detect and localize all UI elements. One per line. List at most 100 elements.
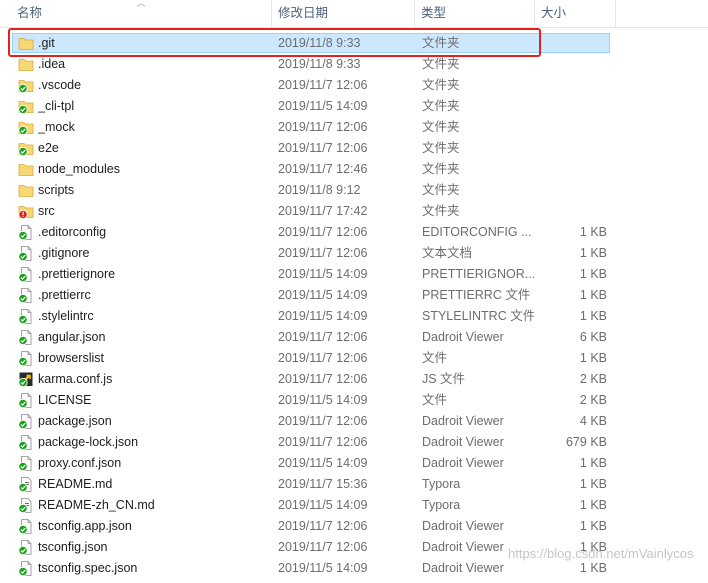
annotation-highlight-box [8, 28, 541, 57]
file-row[interactable]: _mock 2019/11/7 12:06 文件夹 [0, 117, 708, 138]
file-size [536, 75, 607, 96]
file-size: 1 KB [579, 477, 607, 491]
file-size: 1 KB [579, 498, 607, 512]
file-synced-icon [18, 414, 34, 430]
file-row[interactable]: e2e 2019/11/7 12:06 文件夹 [0, 138, 708, 159]
file-type: 文件 [422, 351, 448, 365]
file-row[interactable]: angular.json 2019/11/7 12:06 Dadroit Viewe… [0, 327, 708, 348]
file-synced-icon [18, 435, 34, 451]
file-size: 1 KB [579, 519, 607, 533]
file-name: e2e [38, 141, 59, 155]
file-type: Dadroit Viewer [422, 414, 504, 428]
file-row[interactable]: LICENSE 2019/11/5 14:09 文件 2 KB [0, 390, 708, 411]
file-name: package-lock.json [38, 435, 139, 449]
file-name: package.json [38, 414, 112, 428]
column-header-name[interactable]: 名称 [11, 0, 272, 27]
file-size: 1 KB [579, 351, 607, 365]
file-date: 2019/11/7 12:06 [278, 351, 368, 365]
file-size: 4 KB [579, 414, 607, 428]
file-name: README-zh_CN.md [38, 498, 155, 512]
file-row[interactable]: node_modules 2019/11/7 12:46 文件夹 [0, 159, 708, 180]
file-size [536, 54, 607, 75]
file-list: .git 2019/11/8 9:33 文件夹 .idea 2019/11/8 9:33… [0, 33, 708, 579]
file-row[interactable]: tsconfig.spec.json 2019/11/5 14:09 Dadroit… [0, 558, 708, 579]
file-date: 2019/11/7 12:06 [278, 435, 368, 449]
file-type: JS 文件 [422, 372, 466, 386]
file-name: .idea [38, 57, 66, 71]
file-row[interactable]: _cli-tpl 2019/11/5 14:09 文件夹 [0, 96, 708, 117]
file-row[interactable]: package.json 2019/11/7 12:06 Dadroit Viewe… [0, 411, 708, 432]
column-header: ︿ 名称 修改日期 类型 大小 [0, 0, 708, 28]
column-header-type[interactable]: 类型 [415, 0, 535, 27]
file-type: Dadroit Viewer [422, 435, 504, 449]
file-row[interactable]: .idea 2019/11/8 9:33 文件夹 [0, 54, 708, 75]
file-size: 1 KB [579, 267, 607, 281]
file-type: PRETTIERRC 文件 [422, 288, 531, 302]
file-row[interactable]: proxy.conf.json 2019/11/5 14:09 Dadroit Vi… [0, 453, 708, 474]
file-type: 文件夹 [422, 99, 460, 113]
file-row[interactable]: package-lock.json 2019/11/7 12:06 Dadroit … [0, 432, 708, 453]
file-name: .editorconfig [38, 225, 107, 239]
file-size [536, 138, 607, 159]
file-name: karma.conf.js [38, 372, 113, 386]
file-size: 1 KB [579, 561, 607, 575]
file-date: 2019/11/7 12:06 [278, 372, 368, 386]
file-row[interactable]: karma.conf.js 2019/11/7 12:06 JS 文件 2 KB [0, 369, 708, 390]
watermark: https://blog.csdn.net/mVainlycos [508, 546, 694, 561]
file-name: .prettierrc [38, 288, 91, 302]
file-name: node_modules [38, 162, 121, 176]
file-name: angular.json [38, 330, 106, 344]
folder-icon [18, 162, 34, 177]
file-row[interactable]: README-zh_CN.md 2019/11/5 14:09 Typora 1 KB [0, 495, 708, 516]
js-file-icon [18, 372, 34, 388]
column-header-date[interactable]: 修改日期 [272, 0, 415, 27]
file-synced-icon [18, 267, 34, 283]
file-row[interactable]: .editorconfig 2019/11/7 12:06 EDITORCONFIG… [0, 222, 708, 243]
typora-file-icon [18, 477, 34, 493]
file-name: .prettierignore [38, 267, 116, 281]
file-size: 1 KB [579, 288, 607, 302]
file-size [536, 33, 607, 54]
file-size: 1 KB [579, 246, 607, 260]
file-type: 文件夹 [422, 183, 460, 197]
file-row[interactable]: browserslist 2019/11/7 12:06 文件 1 KB [0, 348, 708, 369]
file-date: 2019/11/7 12:06 [278, 414, 368, 428]
folder-synced-icon [18, 78, 34, 94]
folder-synced-icon [18, 99, 34, 115]
file-type: 文件 [422, 393, 448, 407]
file-date: 2019/11/5 14:09 [278, 267, 368, 281]
file-type: Dadroit Viewer [422, 330, 504, 344]
folder-icon [18, 57, 34, 72]
file-name: src [38, 204, 55, 218]
typora-file-icon [18, 498, 34, 514]
file-size: 1 KB [579, 456, 607, 470]
file-row[interactable]: .stylelintrc 2019/11/5 14:09 STYLELINTRC 文… [0, 306, 708, 327]
file-name: tsconfig.app.json [38, 519, 132, 533]
file-row[interactable]: .prettierrc 2019/11/5 14:09 PRETTIERRC 文件 1… [0, 285, 708, 306]
file-type: 文件夹 [422, 162, 460, 176]
file-date: 2019/11/7 12:06 [278, 141, 368, 155]
file-synced-icon [18, 246, 34, 262]
file-type: 文件夹 [422, 57, 460, 71]
file-row[interactable]: scripts 2019/11/8 9:12 文件夹 [0, 180, 708, 201]
file-type: Dadroit Viewer [422, 519, 504, 533]
file-date: 2019/11/8 9:33 [278, 57, 361, 71]
file-row[interactable]: README.md 2019/11/7 15:36 Typora 1 KB [0, 474, 708, 495]
file-row[interactable]: .prettierignore 2019/11/5 14:09 PRETTIERIG… [0, 264, 708, 285]
file-row[interactable]: src 2019/11/7 17:42 文件夹 [0, 201, 708, 222]
file-size: 679 KB [565, 435, 607, 449]
file-name: README.md [38, 477, 113, 491]
file-name: proxy.conf.json [38, 456, 122, 470]
file-name: LICENSE [38, 393, 92, 407]
file-type: Typora [422, 498, 461, 512]
file-row[interactable]: .vscode 2019/11/7 12:06 文件夹 [0, 75, 708, 96]
file-synced-icon [18, 561, 34, 577]
file-row[interactable]: tsconfig.app.json 2019/11/7 12:06 Dadroit … [0, 516, 708, 537]
file-synced-icon [18, 351, 34, 367]
file-row[interactable]: .gitignore 2019/11/7 12:06 文本文档 1 KB [0, 243, 708, 264]
file-date: 2019/11/5 14:09 [278, 498, 368, 512]
column-header-size[interactable]: 大小 [535, 0, 616, 27]
file-name: .stylelintrc [38, 309, 94, 323]
file-date: 2019/11/7 12:46 [278, 162, 368, 176]
folder-error-icon [18, 204, 34, 220]
